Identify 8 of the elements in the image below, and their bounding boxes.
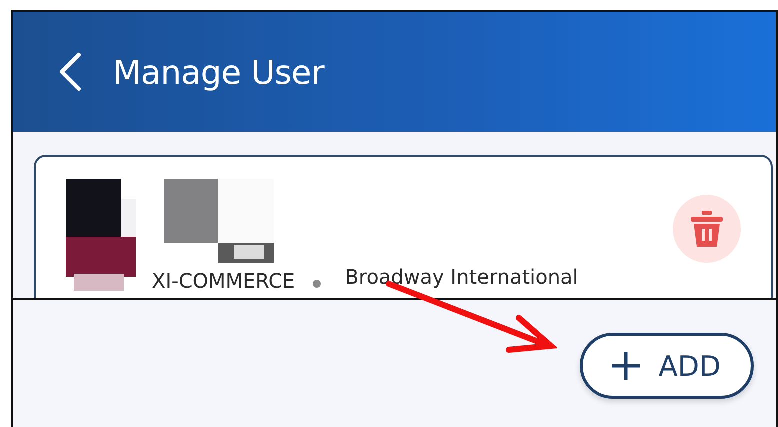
- add-button[interactable]: ADD: [580, 333, 754, 399]
- organization-label: XI-COMMERCE: [152, 269, 296, 293]
- back-icon[interactable]: [57, 52, 83, 92]
- separator-dot: [313, 280, 322, 288]
- page-title: Manage User: [113, 52, 324, 92]
- school-label: Broadway International: [345, 265, 578, 289]
- plus-icon: [610, 351, 641, 381]
- trash-icon: [691, 211, 723, 247]
